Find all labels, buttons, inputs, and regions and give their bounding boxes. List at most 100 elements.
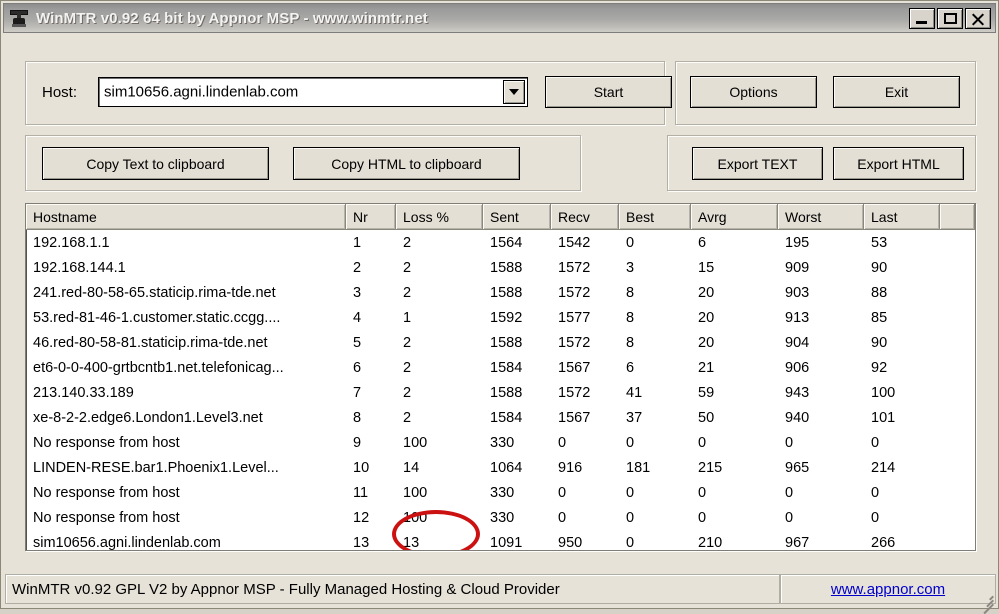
results-table[interactable]: Hostname Nr Loss % Sent Recv Best Avrg W… — [25, 203, 976, 551]
cell-best: 41 — [626, 384, 643, 401]
column-header-sent[interactable]: Sent — [483, 204, 551, 229]
cell-nr: 10 — [353, 459, 370, 476]
cell-loss: 14 — [403, 459, 420, 476]
export-group: Export TEXT Export HTML — [667, 135, 976, 191]
cell-loss: 100 — [403, 509, 428, 526]
cell-recv: 1577 — [558, 309, 591, 326]
cell-sent: 1064 — [490, 459, 523, 476]
table-row[interactable]: 241.red-80-58-65.staticip.rima-tde.net 3 2… — [26, 280, 975, 305]
host-input[interactable]: sim10656.agni.lindenlab.com — [98, 77, 528, 107]
cell-recv: 1542 — [558, 234, 591, 251]
cell-last: 85 — [871, 309, 888, 326]
maximize-icon[interactable] — [937, 8, 963, 29]
cell-hostname: 46.red-80-58-81.staticip.rima-tde.net — [33, 334, 268, 351]
cell-nr: 5 — [353, 334, 362, 351]
table-header-row: Hostname Nr Loss % Sent Recv Best Avrg W… — [26, 204, 975, 230]
cell-sent: 330 — [490, 484, 515, 501]
options-button[interactable]: Options — [690, 76, 817, 108]
column-header-last[interactable]: Last — [864, 204, 940, 229]
cell-nr: 6 — [353, 359, 362, 376]
cell-sent: 330 — [490, 434, 515, 451]
table-row[interactable]: sim10656.agni.lindenlab.com 13 13 1091 950 0 2… — [26, 530, 975, 551]
start-button[interactable]: Start — [545, 76, 672, 108]
column-header-loss[interactable]: Loss % — [396, 204, 483, 229]
cell-worst: 906 — [785, 359, 810, 376]
cell-avrg: 20 — [698, 334, 715, 351]
cell-loss: 100 — [403, 434, 428, 451]
table-row[interactable]: 46.red-80-58-81.staticip.rima-tde.net 5 2 1… — [26, 330, 975, 355]
cell-sent: 1091 — [490, 534, 523, 551]
cell-avrg: 20 — [698, 284, 715, 301]
cell-loss: 2 — [403, 259, 412, 276]
cell-sent: 1584 — [490, 359, 523, 376]
column-header-best[interactable]: Best — [619, 204, 691, 229]
copy-text-button[interactable]: Copy Text to clipboard — [42, 147, 269, 180]
cell-avrg: 0 — [698, 484, 707, 501]
cell-last: 90 — [871, 259, 888, 276]
column-header-recv[interactable]: Recv — [551, 204, 619, 229]
host-group: Host: sim10656.agni.lindenlab.com Start — [25, 61, 672, 125]
cell-loss: 2 — [403, 334, 412, 351]
exit-button[interactable]: Exit — [833, 76, 960, 108]
cell-recv: 1572 — [558, 259, 591, 276]
cell-nr: 11 — [353, 484, 369, 501]
cell-hostname: No response from host — [33, 434, 180, 451]
cell-loss: 2 — [403, 284, 412, 301]
cell-avrg: 0 — [698, 434, 707, 451]
cell-hostname: LINDEN-RESE.bar1.Phoenix1.Level... — [33, 459, 279, 476]
window-title: WinMTR v0.92 64 bit by Appnor MSP - www.… — [36, 9, 428, 27]
column-header-hostname[interactable]: Hostname — [26, 204, 346, 229]
cell-best: 8 — [626, 284, 635, 301]
table-row[interactable]: 192.168.144.1 2 2 1588 1572 3 15 909 90 — [26, 255, 975, 280]
table-row[interactable]: et6-0-0-400-grtbcntb1.net.telefonicag...… — [26, 355, 975, 380]
cell-sent: 1588 — [490, 334, 523, 351]
export-html-button[interactable]: Export HTML — [833, 147, 964, 180]
column-header-avrg[interactable]: Avrg — [691, 204, 778, 229]
status-text: WinMTR v0.92 GPL V2 by Appnor MSP - Full… — [5, 574, 780, 604]
resize-grip[interactable] — [979, 590, 995, 614]
cell-hostname: No response from host — [33, 509, 180, 526]
cell-avrg: 0 — [698, 509, 707, 526]
window-controls — [909, 8, 991, 29]
export-text-button[interactable]: Export TEXT — [692, 147, 823, 180]
minimize-icon[interactable] — [909, 8, 935, 29]
appnor-link[interactable]: www.appnor.com — [831, 581, 945, 598]
cell-nr: 1 — [353, 234, 362, 251]
cell-best: 3 — [626, 259, 635, 276]
appnor-link-cell[interactable]: www.appnor.com — [780, 574, 996, 604]
cell-hostname: 192.168.144.1 — [33, 259, 126, 276]
close-icon[interactable] — [965, 8, 991, 29]
cell-last: 101 — [871, 409, 896, 426]
table-row[interactable]: No response from host 12 100 330 0 0 0 0 0 — [26, 505, 975, 530]
table-row[interactable]: No response from host 11 100 330 0 0 0 0 0 — [26, 480, 975, 505]
cell-hostname: 241.red-80-58-65.staticip.rima-tde.net — [33, 284, 276, 301]
table-row[interactable]: 53.red-81-46-1.customer.static.ccgg.... 4… — [26, 305, 975, 330]
table-row[interactable]: xe-8-2-2.edge6.London1.Level3.net 8 2 1584 1… — [26, 405, 975, 430]
cell-last: 100 — [871, 384, 896, 401]
cell-nr: 13 — [353, 534, 370, 551]
table-row[interactable]: 192.168.1.1 1 2 1564 1542 0 6 195 53 — [26, 230, 975, 255]
cell-recv: 0 — [558, 484, 567, 501]
cell-best: 0 — [626, 234, 635, 251]
table-row[interactable]: No response from host 9 100 330 0 0 0 0 0 — [26, 430, 975, 455]
column-header-worst[interactable]: Worst — [778, 204, 864, 229]
host-input-value[interactable]: sim10656.agni.lindenlab.com — [104, 84, 298, 101]
cell-worst: 909 — [785, 259, 810, 276]
cell-loss: 2 — [403, 234, 412, 251]
cell-worst: 965 — [785, 459, 810, 476]
cell-best: 0 — [626, 434, 635, 451]
table-row[interactable]: LINDEN-RESE.bar1.Phoenix1.Level... 10 14 10… — [26, 455, 975, 480]
title-bar[interactable]: WinMTR v0.92 64 bit by Appnor MSP - www.… — [3, 3, 996, 33]
copy-html-button[interactable]: Copy HTML to clipboard — [293, 147, 520, 180]
cell-worst: 0 — [785, 484, 794, 501]
column-header-nr[interactable]: Nr — [346, 204, 396, 229]
cell-nr: 2 — [353, 259, 362, 276]
cell-recv: 1572 — [558, 384, 591, 401]
cell-best: 0 — [626, 534, 635, 551]
table-row[interactable]: 213.140.33.189 7 2 1588 1572 41 59 943 100 — [26, 380, 975, 405]
status-bar: WinMTR v0.92 GPL V2 by Appnor MSP - Full… — [5, 574, 996, 604]
cell-last: 214 — [871, 459, 896, 476]
cell-sent: 1588 — [490, 284, 523, 301]
chevron-down-icon[interactable] — [503, 80, 525, 104]
cell-worst: 940 — [785, 409, 810, 426]
